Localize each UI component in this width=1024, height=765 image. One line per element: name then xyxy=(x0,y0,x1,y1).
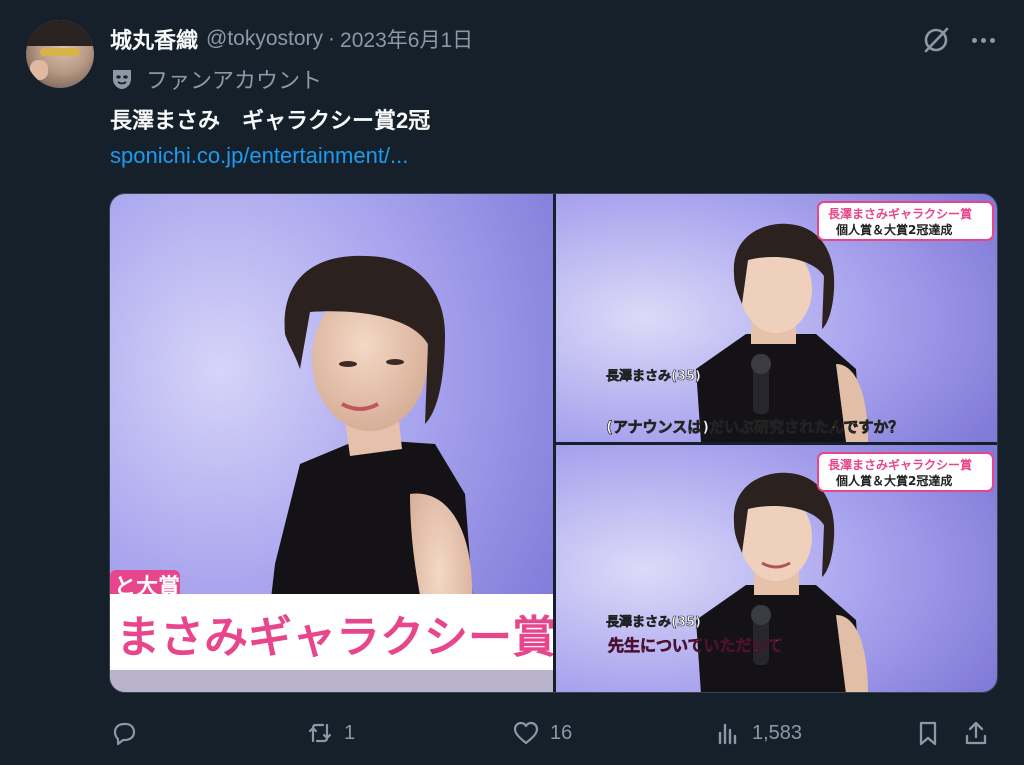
separator-dot: · xyxy=(328,27,336,50)
photo-main: と大賞 まさみギャラクシー賞2 xyxy=(110,194,553,692)
views-button[interactable]: 1,583 xyxy=(714,716,802,750)
grok-icon[interactable] xyxy=(920,24,952,56)
avatar-hand xyxy=(30,60,48,80)
like-icon xyxy=(513,721,539,745)
main-caption-tag: と大賞 xyxy=(114,574,180,600)
avatar[interactable] xyxy=(26,20,94,88)
reply-button[interactable] xyxy=(110,716,148,750)
author-handle[interactable]: @tokyostory xyxy=(206,27,323,51)
retweet-count: 1 xyxy=(344,721,356,744)
top-subtitle: (アナウンスは)だいぶ研究されたんですか？ xyxy=(606,418,903,436)
photo-top-right: 長澤まさみギャラクシー賞 個人賞＆大賞2冠達成 長澤まさみ(35) (アナウンス… xyxy=(556,194,997,442)
top-banner-line1: 長澤まさみギャラクシー賞 xyxy=(828,206,972,221)
media-grid: と大賞 まさみギャラクシー賞2 長澤まさみギャラクシー賞 個人賞＆大賞2冠達成 … xyxy=(109,193,998,693)
like-count: 16 xyxy=(550,721,573,744)
tweet-link[interactable]: sponichi.co.jp/entertainment/... xyxy=(110,141,408,171)
media-image-top-right[interactable]: 長澤まさみギャラクシー賞 個人賞＆大賞2冠達成 長澤まさみ(35) (アナウンス… xyxy=(556,194,997,442)
media-image-main[interactable]: と大賞 まさみギャラクシー賞2 xyxy=(110,194,553,692)
like-button[interactable]: 16 xyxy=(512,716,572,750)
more-dot xyxy=(989,37,995,43)
avatar-glasses xyxy=(40,48,80,56)
mask-icon xyxy=(113,70,131,89)
bottom-subtitle: 先生についていただいて xyxy=(608,636,783,655)
bookmark-icon xyxy=(919,721,937,746)
retweet-button[interactable]: 1 xyxy=(306,716,355,750)
tweet-header: 城丸香織 @tokyostory · 2023年6月1日 xyxy=(110,24,473,54)
fan-account-label: ファンアカウント xyxy=(146,68,323,93)
top-banner-line2: 個人賞＆大賞2冠達成 xyxy=(835,222,952,237)
author-name[interactable]: 城丸香織 xyxy=(110,23,198,55)
reply-icon xyxy=(113,722,136,746)
share-button[interactable] xyxy=(962,716,990,750)
avatar-hair xyxy=(26,20,94,46)
more-dot xyxy=(971,37,977,43)
bottom-name-label: 長澤まさみ(35) xyxy=(606,614,701,630)
fan-account-row: ファンアカウント xyxy=(110,64,322,94)
retweet-icon xyxy=(308,723,332,743)
action-bar: 1 16 1,583 xyxy=(0,716,1024,750)
views-icon xyxy=(718,723,737,745)
bottom-banner-line2: 個人賞＆大賞2冠達成 xyxy=(835,473,952,488)
media-image-bottom-right[interactable]: 長澤まさみギャラクシー賞 個人賞＆大賞2冠達成 長澤まさみ(35) 先生について… xyxy=(556,445,997,692)
more-dot xyxy=(980,37,986,43)
main-caption-band: まさみギャラクシー賞2 xyxy=(116,612,553,663)
photo-bottom-right: 長澤まさみギャラクシー賞 個人賞＆大賞2冠達成 長澤まさみ(35) 先生について… xyxy=(556,445,997,692)
view-count: 1,583 xyxy=(752,721,803,744)
share-icon xyxy=(965,721,987,745)
more-icon[interactable] xyxy=(968,26,998,54)
tweet-text: 長澤まさみ ギャラクシー賞2冠 xyxy=(110,108,431,133)
bookmark-button[interactable] xyxy=(914,716,942,750)
bottom-banner-line1: 長澤まさみギャラクシー賞 xyxy=(828,457,972,472)
top-name-label: 長澤まさみ(35) xyxy=(606,368,701,384)
tweet-date[interactable]: 2023年6月1日 xyxy=(340,24,473,54)
